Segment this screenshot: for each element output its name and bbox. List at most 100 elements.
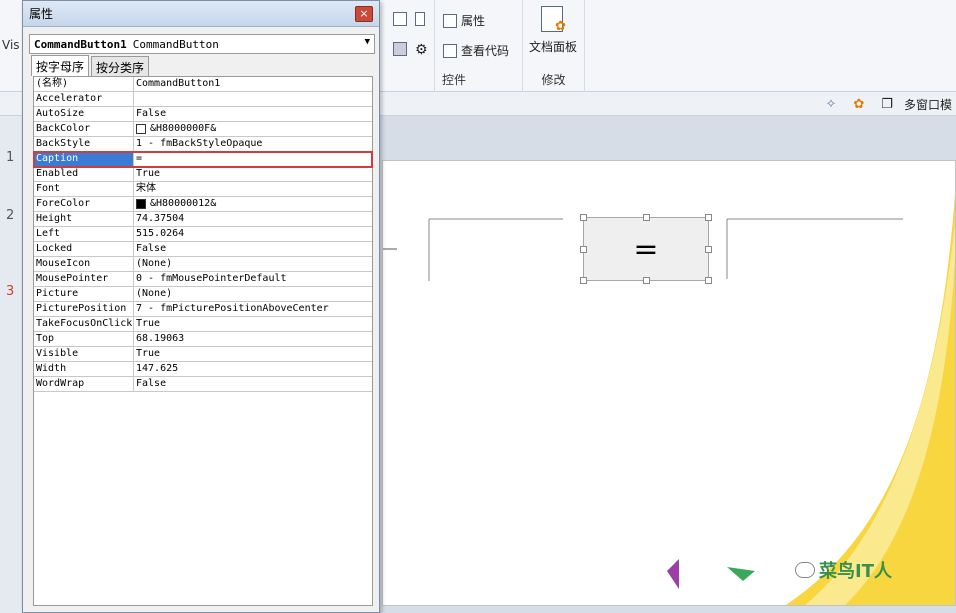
property-row[interactable]: TakeFocusOnClick True: [34, 317, 372, 332]
property-value[interactable]: &H8000000F&: [134, 122, 372, 136]
property-value[interactable]: False: [134, 242, 372, 256]
property-value[interactable]: &H80000012&: [134, 197, 372, 211]
wrench-icon[interactable]: ⚙: [415, 42, 428, 58]
property-row[interactable]: BackStyle 1 - fmBackStyleOpaque: [34, 137, 372, 152]
property-value[interactable]: 0 - fmMousePointerDefault: [134, 272, 372, 286]
control-icon-b[interactable]: [415, 12, 425, 26]
property-row[interactable]: Left 515.0264: [34, 227, 372, 242]
property-value[interactable]: 7 - fmPicturePositionAboveCenter: [134, 302, 372, 316]
property-value[interactable]: 74.37504: [134, 212, 372, 226]
green-arrow: [727, 567, 755, 581]
property-row[interactable]: Height 74.37504: [34, 212, 372, 227]
resize-handle[interactable]: [705, 214, 712, 221]
property-row[interactable]: Enabled True: [34, 167, 372, 182]
slide-number-3[interactable]: 3: [6, 284, 14, 299]
property-name: Top: [34, 332, 134, 346]
property-name: Visible: [34, 347, 134, 361]
property-value-text: 515.0264: [136, 228, 185, 239]
view-code-label: 查看代码: [461, 44, 510, 58]
tab-categorized[interactable]: 按分类序: [91, 56, 150, 76]
property-row[interactable]: Width 147.625: [34, 362, 372, 377]
properties-window[interactable]: 属性 × CommandButton1 CommandButton ▼ 按字母序…: [22, 0, 380, 613]
slide: = 菜鸟IT人: [382, 160, 956, 606]
property-value-text: 7 - fmPicturePositionAboveCenter: [136, 303, 329, 314]
property-value[interactable]: [134, 92, 372, 106]
property-name: BackColor: [34, 122, 134, 136]
property-row[interactable]: AutoSize False: [34, 107, 372, 122]
properties-titlebar[interactable]: 属性 ×: [23, 1, 379, 27]
view-code-icon: [443, 43, 457, 58]
resize-handle[interactable]: [580, 214, 587, 221]
close-button[interactable]: ×: [355, 5, 373, 22]
control-icon-a[interactable]: [393, 12, 407, 26]
slide-command-button-caption: =: [633, 231, 659, 267]
property-row[interactable]: Top 68.19063: [34, 332, 372, 347]
slide-command-button[interactable]: =: [580, 214, 712, 284]
property-value[interactable]: True: [134, 167, 372, 181]
chevron-down-icon[interactable]: ▼: [365, 37, 370, 47]
property-row[interactable]: Locked False: [34, 242, 372, 257]
object-name: CommandButton1: [34, 37, 127, 51]
wand-icon[interactable]: ✧: [820, 94, 842, 114]
property-row[interactable]: MousePointer 0 - fmMousePointerDefault: [34, 272, 372, 287]
property-value[interactable]: True: [134, 347, 372, 361]
doc-panel-button[interactable]: ✿: [541, 6, 566, 34]
object-selector[interactable]: CommandButton1 CommandButton ▼: [29, 34, 375, 54]
control-icon-c[interactable]: [393, 42, 407, 56]
resize-handle[interactable]: [705, 277, 712, 284]
property-value[interactable]: False: [134, 107, 372, 121]
property-value[interactable]: False: [134, 377, 372, 391]
property-value-text: 宋体: [136, 183, 156, 194]
resize-handle[interactable]: [643, 214, 650, 221]
line-left: [428, 218, 563, 281]
slide-number-2[interactable]: 2: [6, 208, 14, 223]
resize-handle[interactable]: [705, 246, 712, 253]
properties-icon: [443, 13, 457, 28]
property-name: MousePointer: [34, 272, 134, 286]
property-value[interactable]: (None): [134, 257, 372, 271]
properties-button[interactable]: 属性: [443, 12, 485, 29]
property-row[interactable]: Caption =: [33, 151, 373, 168]
modify-group: ✿ 文档面板 修改: [523, 0, 585, 92]
property-value[interactable]: =: [134, 152, 372, 166]
wechat-icon: [795, 562, 815, 578]
multi-window-icon[interactable]: ❐: [876, 94, 898, 114]
gear-icon[interactable]: ✿: [848, 94, 870, 114]
property-value[interactable]: True: [134, 317, 372, 331]
doc-panel-icon: ✿: [541, 6, 566, 34]
property-value-text: 0 - fmMousePointerDefault: [136, 273, 287, 284]
property-value[interactable]: 1 - fmBackStyleOpaque: [134, 137, 372, 151]
slide-number-strip: 1 2 3: [0, 116, 22, 613]
property-row[interactable]: MouseIcon (None): [34, 257, 372, 272]
property-value[interactable]: CommandButton1: [134, 77, 372, 91]
property-value-text: (None): [136, 288, 173, 299]
ribbon-left-text: Vis: [2, 38, 20, 52]
property-name: Locked: [34, 242, 134, 256]
property-row[interactable]: Visible True: [34, 347, 372, 362]
property-row[interactable]: Picture (None): [34, 287, 372, 302]
slide-number-1[interactable]: 1: [6, 150, 14, 165]
property-name: WordWrap: [34, 377, 134, 391]
property-value[interactable]: 515.0264: [134, 227, 372, 241]
multi-window-label[interactable]: 多窗口模: [904, 96, 952, 113]
property-row[interactable]: (名称) CommandButton1: [34, 77, 372, 92]
property-value[interactable]: 宋体: [134, 182, 372, 196]
resize-handle[interactable]: [580, 246, 587, 253]
property-row[interactable]: Accelerator: [34, 92, 372, 107]
property-value[interactable]: (None): [134, 287, 372, 301]
property-value-text: True: [136, 318, 161, 329]
resize-handle[interactable]: [643, 277, 650, 284]
resize-handle[interactable]: [580, 277, 587, 284]
property-row[interactable]: BackColor &H8000000F&: [34, 122, 372, 137]
property-row[interactable]: PicturePosition 7 - fmPicturePositionAbov…: [34, 302, 372, 317]
property-row[interactable]: Font 宋体: [34, 182, 372, 197]
property-row[interactable]: ForeColor &H80000012&: [34, 197, 372, 212]
property-value[interactable]: 68.19063: [134, 332, 372, 346]
property-value[interactable]: 147.625: [134, 362, 372, 376]
tab-alphabetic[interactable]: 按字母序: [31, 55, 90, 76]
property-row[interactable]: WordWrap False: [34, 377, 372, 392]
property-value-text: =: [136, 153, 143, 164]
view-code-button[interactable]: 查看代码: [443, 42, 509, 59]
property-value-text: 74.37504: [136, 213, 185, 224]
property-name: Left: [34, 227, 134, 241]
